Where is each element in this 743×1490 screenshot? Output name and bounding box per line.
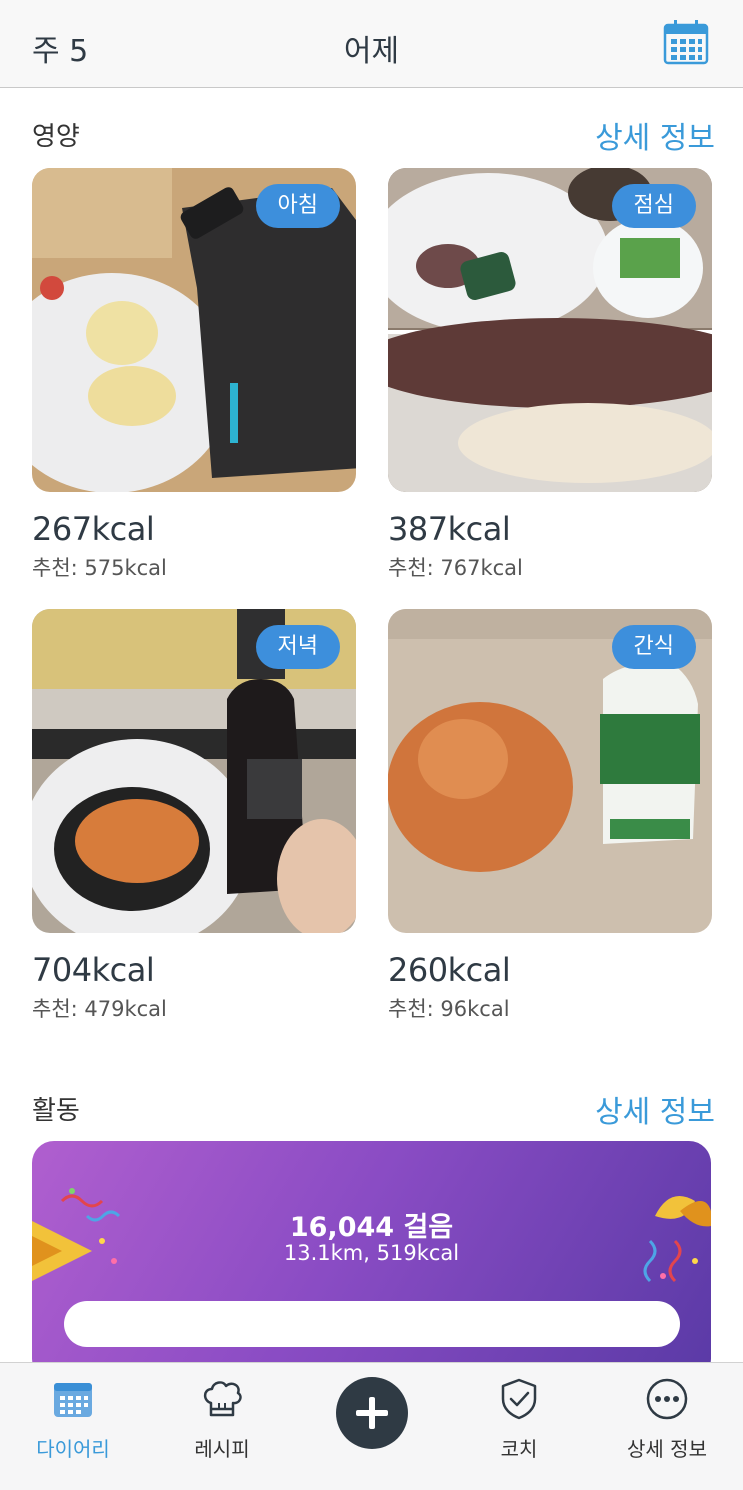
meal-recommended: 추천: 767kcal xyxy=(388,556,523,580)
plus-icon xyxy=(356,1397,388,1429)
nutrition-title: 영양 xyxy=(32,122,80,152)
tab-more[interactable]: 상세 정보 xyxy=(602,1363,732,1490)
calendar-icon[interactable] xyxy=(662,18,710,66)
meal-badge: 점심 xyxy=(611,184,696,228)
meal-badge: 아침 xyxy=(255,184,340,228)
meal-badge: 간식 xyxy=(611,625,696,669)
tab-label: 레시피 xyxy=(194,1437,250,1461)
tab-diary[interactable]: 다이어리 xyxy=(8,1363,138,1490)
tab-label: 상세 정보 xyxy=(627,1437,707,1461)
meal-badge: 저녁 xyxy=(255,625,340,669)
activity-card[interactable]: 16,044 걸음 13.1km, 519kcal xyxy=(32,1141,711,1381)
meal-card-snack[interactable]: 간식 260kcal 추천: 96kcal xyxy=(388,609,712,1023)
activity-summary: 13.1km, 519kcal xyxy=(283,1241,460,1265)
lunch-photo: 점심 xyxy=(388,168,712,492)
meal-kcal: 267kcal xyxy=(32,510,155,548)
tab-label: 다이어리 xyxy=(36,1437,110,1461)
snack-photo: 간식 xyxy=(388,609,712,933)
top-bar: 주 5 어제 xyxy=(0,0,743,88)
tab-recipes[interactable]: 레시피 xyxy=(157,1363,287,1490)
meal-recommended: 추천: 96kcal xyxy=(388,997,510,1021)
breakfast-photo: 아침 xyxy=(32,168,356,492)
activity-title: 활동 xyxy=(32,1096,80,1126)
meal-kcal: 260kcal xyxy=(388,951,511,989)
more-icon xyxy=(645,1377,689,1421)
tab-coach[interactable]: 코치 xyxy=(454,1363,584,1490)
page-title: 어제 xyxy=(343,34,400,69)
nutrition-details-link[interactable]: 상세 정보 xyxy=(595,113,715,157)
meal-card-breakfast[interactable]: 아침 267kcal 추천: 575kcal xyxy=(32,168,356,582)
activity-details-link[interactable]: 상세 정보 xyxy=(595,1087,715,1131)
chef-hat-icon xyxy=(200,1377,244,1421)
meal-recommended: 추천: 479kcal xyxy=(32,997,167,1021)
steps-progress-bar xyxy=(64,1301,680,1347)
add-button[interactable] xyxy=(336,1377,408,1449)
meal-kcal: 704kcal xyxy=(32,951,155,989)
tab-label: 코치 xyxy=(500,1437,538,1461)
meal-card-dinner[interactable]: 저녁 704kcal 추천: 479kcal xyxy=(32,609,356,1023)
meal-kcal: 387kcal xyxy=(388,510,511,548)
meal-card-lunch[interactable]: 점심 387kcal 추천: 767kcal xyxy=(388,168,712,582)
shield-check-icon xyxy=(497,1377,541,1421)
steps-count: 16,044 걸음 xyxy=(289,1212,454,1243)
meal-recommended: 추천: 575kcal xyxy=(32,556,167,580)
dinner-photo: 저녁 xyxy=(32,609,356,933)
calendar-icon xyxy=(51,1377,95,1421)
tab-bar: 다이어리 레시피 코치 상세 정보 xyxy=(0,1362,743,1490)
